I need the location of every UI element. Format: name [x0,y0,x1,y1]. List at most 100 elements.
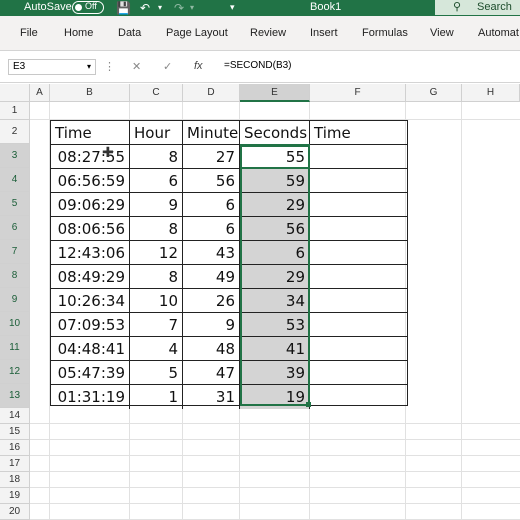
cell-minute[interactable]: 6 [183,193,240,217]
row-header-8[interactable]: 8 [0,264,30,288]
cell-hour[interactable]: 12 [130,241,183,265]
cell-hour[interactable]: 10 [130,289,183,313]
cell-seconds[interactable]: 59 [240,169,310,193]
tab-insert[interactable]: Insert [310,27,338,39]
column-header-f[interactable]: F [310,84,406,102]
cell-time-result[interactable] [310,385,407,409]
cell-minute[interactable]: 31 [183,385,240,409]
tab-data[interactable]: Data [118,27,141,39]
header-time[interactable]: Time [51,121,130,145]
cell-time-result[interactable] [310,241,407,265]
row-header-7[interactable]: 7 [0,240,30,264]
cell-minute[interactable]: 49 [183,265,240,289]
tab-view[interactable]: View [430,27,454,39]
name-box[interactable]: E3 ▾ [8,59,96,75]
header-seconds[interactable]: Seconds [240,121,310,145]
tab-automate[interactable]: Automat [478,27,519,39]
tab-formulas[interactable]: Formulas [362,27,408,39]
row-header-15[interactable]: 15 [0,424,30,440]
cell-seconds[interactable]: 39 [240,361,310,385]
cell-minute[interactable]: 27 [183,145,240,169]
cell-time-result[interactable] [310,289,407,313]
row-header-19[interactable]: 19 [0,488,30,504]
cancel-icon[interactable]: ✕ [132,60,141,73]
cell-time[interactable]: 09:06:29 [51,193,130,217]
cell-hour[interactable]: 7 [130,313,183,337]
cell-time[interactable]: 01:31:19 [51,385,130,409]
cell-seconds[interactable]: 6 [240,241,310,265]
cell-hour[interactable]: 4 [130,337,183,361]
column-header-b[interactable]: B [50,84,130,102]
cell-hour[interactable]: 1 [130,385,183,409]
row-header-11[interactable]: 11 [0,336,30,360]
cell-minute[interactable]: 6 [183,217,240,241]
cell-hour[interactable]: 6 [130,169,183,193]
cell-time-result[interactable] [310,217,407,241]
cell-hour[interactable]: 8 [130,217,183,241]
chevron-down-icon[interactable]: ▾ [87,60,91,74]
row-header-9[interactable]: 9 [0,288,30,312]
cell-hour[interactable]: 9 [130,193,183,217]
cell-seconds[interactable]: 34 [240,289,310,313]
cell-time[interactable]: 04:48:41 [51,337,130,361]
cell-time[interactable]: 10:26:34 [51,289,130,313]
cell-minute[interactable]: 26 [183,289,240,313]
cell-hour[interactable]: 8 [130,145,183,169]
row-header-17[interactable]: 17 [0,456,30,472]
more-options-icon[interactable]: ⋮ [104,60,115,73]
tab-file[interactable]: File [20,27,38,39]
undo-icon[interactable]: ↶ [140,1,150,15]
cell-seconds[interactable]: 29 [240,193,310,217]
insert-function-icon[interactable]: fx [194,60,203,72]
cell-time-result[interactable] [310,361,407,385]
row-header-12[interactable]: 12 [0,360,30,384]
row-header-2[interactable]: 2 [0,120,30,144]
row-header-4[interactable]: 4 [0,168,30,192]
tab-review[interactable]: Review [250,27,286,39]
row-header-14[interactable]: 14 [0,408,30,424]
tab-page-layout[interactable]: Page Layout [166,27,228,39]
column-header-h[interactable]: H [462,84,520,102]
cell-time[interactable]: 06:56:59 [51,169,130,193]
cell-time[interactable]: 08:27:55 [51,145,130,169]
cell-time-result[interactable] [310,169,407,193]
cell-hour[interactable]: 8 [130,265,183,289]
row-header-6[interactable]: 6 [0,216,30,240]
column-header-c[interactable]: C [130,84,183,102]
header-time-result[interactable]: Time [310,121,407,145]
cell-time-result[interactable] [310,193,407,217]
customize-toolbar-icon[interactable]: ▾ [230,2,235,13]
column-header-g[interactable]: G [406,84,462,102]
cell-minute[interactable]: 9 [183,313,240,337]
column-header-e[interactable]: E [240,84,310,102]
enter-icon[interactable]: ✓ [163,60,172,73]
cell-time-result[interactable] [310,337,407,361]
cell-time[interactable]: 07:09:53 [51,313,130,337]
row-header-3[interactable]: 3 [0,144,30,168]
cell-minute[interactable]: 56 [183,169,240,193]
redo-icon[interactable]: ↷ [174,1,184,15]
cell-time-result[interactable] [310,145,407,169]
tab-home[interactable]: Home [64,27,93,39]
cell-seconds[interactable]: 29 [240,265,310,289]
undo-dropdown-icon[interactable]: ▾ [158,3,162,12]
column-header-d[interactable]: D [183,84,240,102]
column-header-a[interactable]: A [30,84,50,102]
row-header-18[interactable]: 18 [0,472,30,488]
row-header-13[interactable]: 13 [0,384,30,408]
cell-time[interactable]: 08:06:56 [51,217,130,241]
cell-minute[interactable]: 47 [183,361,240,385]
save-icon[interactable]: 💾 [116,1,131,15]
autosave-toggle[interactable]: Off [72,1,104,14]
cell-seconds[interactable]: 19 [240,385,310,409]
select-all-corner[interactable] [0,84,30,102]
cell-time[interactable]: 12:43:06 [51,241,130,265]
row-header-10[interactable]: 10 [0,312,30,336]
header-minute[interactable]: Minute [183,121,240,145]
cell-seconds[interactable]: 56 [240,217,310,241]
cell-seconds-active[interactable]: 55 [240,145,310,169]
cell-seconds[interactable]: 41 [240,337,310,361]
cell-minute[interactable]: 48 [183,337,240,361]
fill-handle[interactable] [306,402,311,407]
cell-time[interactable]: 08:49:29 [51,265,130,289]
